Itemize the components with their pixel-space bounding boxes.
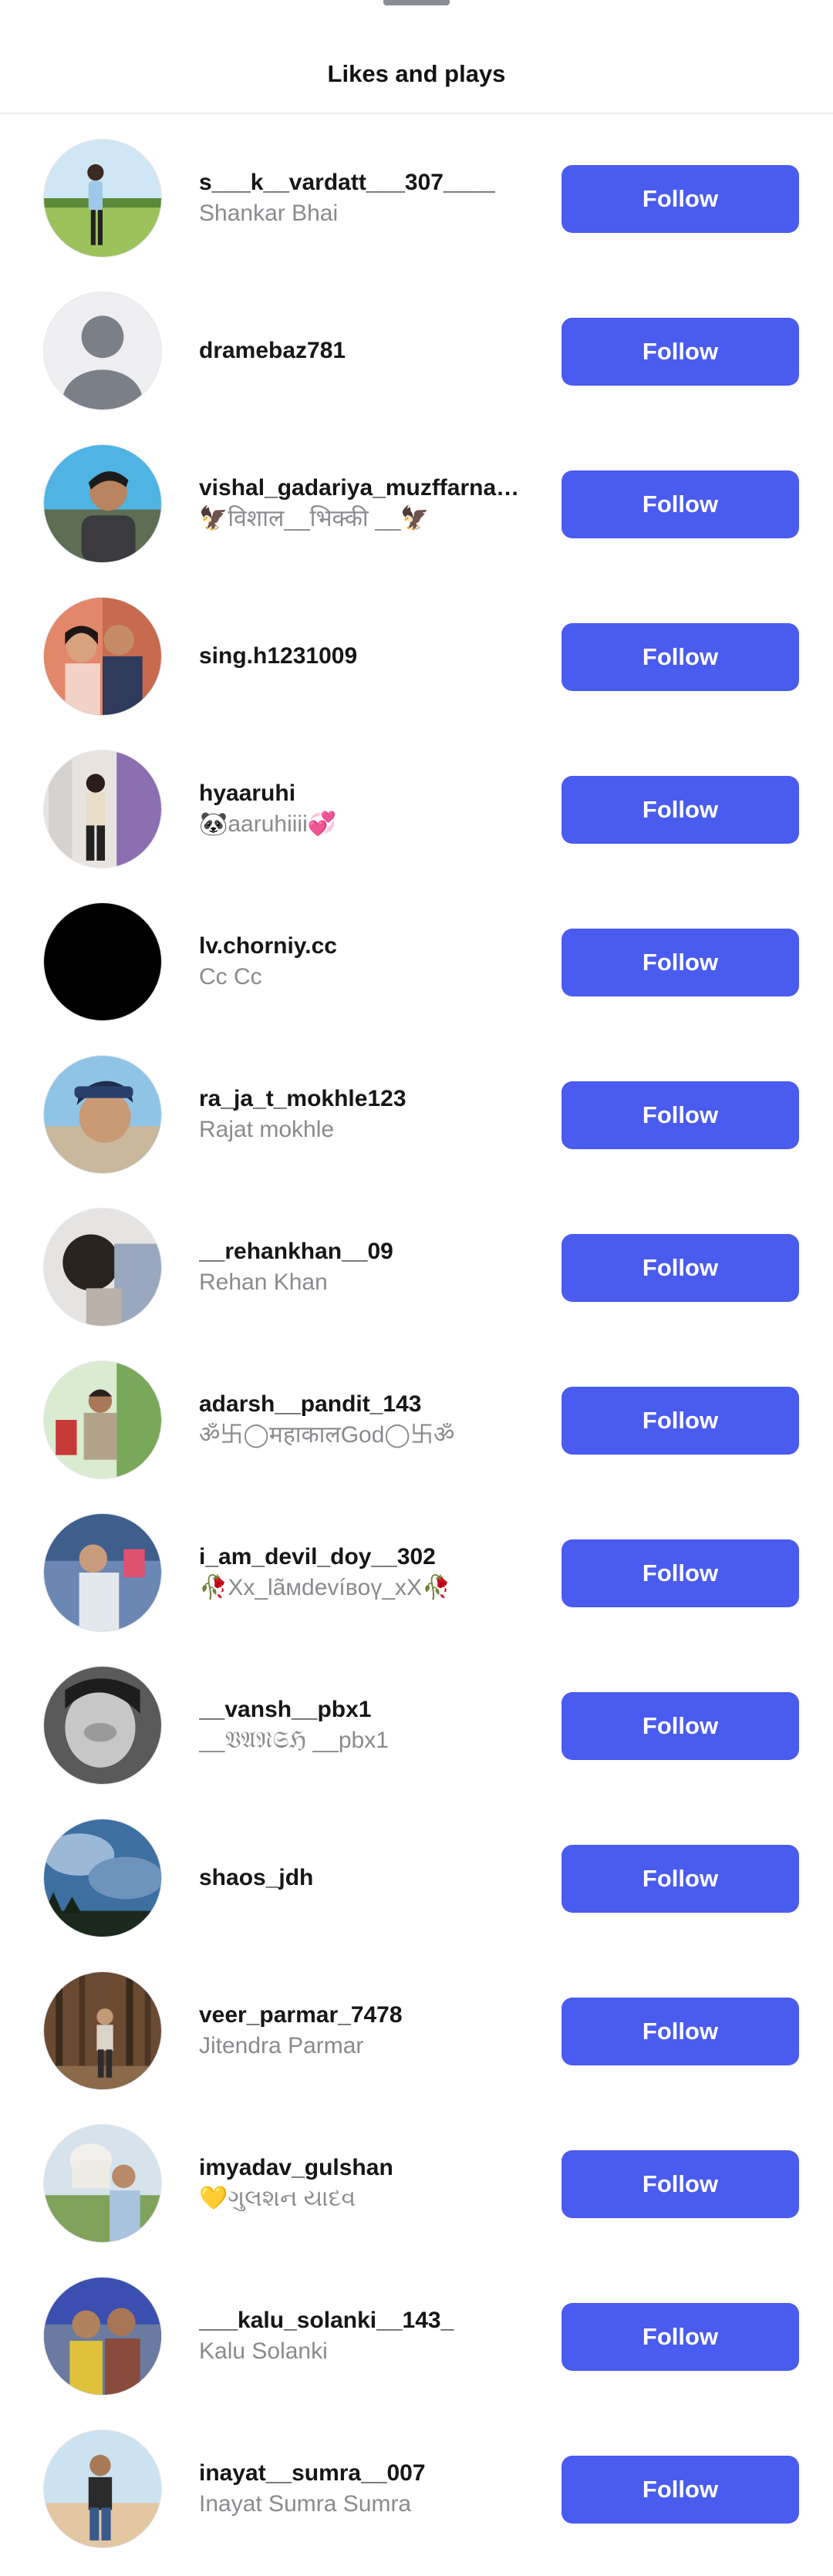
user-row[interactable]: dramebaz781 Follow (0, 275, 833, 427)
user-row[interactable]: veer_parmar_7478 Jitendra Parmar Follow (0, 1954, 833, 2107)
full-name: Rajat mokhle (199, 1117, 335, 1142)
follow-button[interactable]: Follow (562, 1387, 799, 1455)
user-row[interactable]: vishal_gadariya_muzffarnagar 🦅विशाल__भिक्… (0, 427, 833, 580)
follow-button[interactable]: Follow (562, 1998, 799, 2065)
avatar[interactable] (43, 1055, 162, 1174)
full-name: 🦅विशाल__भिक्की __🦅 (199, 506, 430, 531)
full-name: Rehan Khan (199, 1269, 328, 1295)
user-info[interactable]: __vansh__pbx1 __𝔙𝔄𝔑𝔖ℌ __pbx1 (199, 1649, 531, 1802)
username: __rehankhan__09 (199, 1239, 393, 1264)
user-row[interactable]: inayat__sumra__007 Inayat Sumra Sumra Foll… (0, 2412, 833, 2565)
follow-button[interactable]: Follow (562, 318, 799, 386)
full-name: Jitendra Parmar (199, 2033, 364, 2058)
user-info[interactable]: sing.h1231009 (199, 580, 531, 733)
default-person-icon[interactable] (43, 292, 162, 410)
likes-sheet: Likes and plays s___k__vardatt___307____… (0, 0, 833, 2576)
full-name: 🥀Xx_lãмdevíвoү_xX🥀 (199, 1575, 451, 1600)
username: ___kalu_solanki__143_ (199, 2308, 454, 2333)
follow-button[interactable]: Follow (562, 1234, 799, 1302)
follow-button[interactable]: Follow (562, 2456, 799, 2524)
avatar[interactable] (43, 750, 162, 868)
sheet-title: Likes and plays (327, 60, 506, 87)
avatar[interactable] (43, 1819, 162, 1937)
follow-button[interactable]: Follow (562, 623, 799, 691)
follow-button[interactable]: Follow (562, 929, 799, 996)
username: __vansh__pbx1 (199, 1697, 372, 1722)
username: sing.h1231009 (199, 643, 358, 669)
username: veer_parmar_7478 (199, 2002, 403, 2028)
user-row[interactable]: shaos_jdh Follow (0, 1802, 833, 1954)
user-info[interactable]: dramebaz781 (199, 275, 531, 427)
user-info[interactable]: i_am_devil_doy__302 🥀Xx_lãмdevíвoү_xX🥀 (199, 1496, 531, 1649)
user-row[interactable]: __rehankhan__09 Rehan Khan Follow (0, 1191, 833, 1344)
user-info[interactable]: vishal_gadariya_muzffarnagar 🦅विशाल__भिक्… (199, 427, 531, 580)
avatar[interactable] (43, 2124, 162, 2243)
user-row[interactable]: s___k__vardatt___307____ Shankar Bhai Foll… (0, 122, 833, 275)
follow-button[interactable]: Follow (562, 2150, 799, 2218)
username: shaos_jdh (199, 1865, 314, 1890)
sheet-header: Likes and plays (0, 0, 833, 114)
username: s___k__vardatt___307____ (199, 170, 495, 195)
username: dramebaz781 (199, 338, 346, 363)
username: ra_ja_t_mokhle123 (199, 1086, 406, 1111)
full-name: 🐼aaruhiiii💞 (199, 811, 337, 837)
username: vishal_gadariya_muzffarnagar (199, 475, 531, 501)
avatar[interactable] (43, 1971, 162, 2090)
avatar[interactable] (43, 444, 162, 563)
user-row[interactable]: i_am_devil_doy__302 🥀Xx_lãмdevíвoү_xX🥀 Fol… (0, 1496, 833, 1649)
avatar[interactable] (43, 1208, 162, 1327)
user-row[interactable]: adarsh__pandit_143 ॐ卐◯महाकालGod◯卐ॐ Follow (0, 1344, 833, 1496)
username: inayat__sumra__007 (199, 2460, 426, 2486)
avatar[interactable] (43, 2277, 162, 2396)
follow-button[interactable]: Follow (562, 776, 799, 844)
follow-button[interactable]: Follow (562, 2303, 799, 2371)
follow-button[interactable]: Follow (562, 165, 799, 233)
full-name: ॐ卐◯महाकालGod◯卐ॐ (199, 1422, 455, 1448)
full-name: __𝔙𝔄𝔑𝔖ℌ __pbx1 (199, 1728, 389, 1753)
avatar[interactable] (43, 1513, 162, 1632)
user-row[interactable]: ___kalu_solanki__143_ Kalu Solanki Follow (0, 2260, 833, 2412)
user-info[interactable]: __rehankhan__09 Rehan Khan (199, 1191, 531, 1344)
user-row[interactable]: imyadav_gulshan 💛ગુલશન યાદવ Follow (0, 2107, 833, 2260)
username: i_am_devil_doy__302 (199, 1544, 436, 1570)
avatar[interactable] (43, 1666, 162, 1785)
user-info[interactable]: ___kalu_solanki__143_ Kalu Solanki (199, 2260, 531, 2412)
user-info[interactable]: s___k__vardatt___307____ Shankar Bhai (199, 122, 531, 275)
user-info[interactable]: lv.chorniy.cc Cc Cc (199, 885, 531, 1038)
user-info[interactable]: shaos_jdh (199, 1802, 531, 1954)
user-row[interactable]: __vansh__pbx1 __𝔙𝔄𝔑𝔖ℌ __pbx1 Follow (0, 1649, 833, 1802)
full-name: Inayat Sumra Sumra (199, 2491, 412, 2517)
user-info[interactable]: ra_ja_t_mokhle123 Rajat mokhle (199, 1038, 531, 1191)
user-row[interactable]: lv.chorniy.cc Cc Cc Follow (0, 885, 833, 1038)
follow-button[interactable]: Follow (562, 1081, 799, 1149)
full-name: Shankar Bhai (199, 201, 339, 226)
user-list: s___k__vardatt___307____ Shankar Bhai Foll… (0, 122, 833, 2565)
username: adarsh__pandit_143 (199, 1391, 422, 1417)
full-name: Kalu Solanki (199, 2338, 328, 2364)
user-info[interactable]: imyadav_gulshan 💛ગુલશન યાદવ (199, 2107, 531, 2260)
follow-button[interactable]: Follow (562, 470, 799, 538)
user-info[interactable]: inayat__sumra__007 Inayat Sumra Sumra (199, 2412, 531, 2565)
user-row[interactable]: sing.h1231009 Follow (0, 580, 833, 733)
full-name: 💛ગુલશન યાદવ (199, 2186, 356, 2211)
username: lv.chorniy.cc (199, 933, 337, 959)
user-info[interactable]: veer_parmar_7478 Jitendra Parmar (199, 1954, 531, 2107)
username: hyaaruhi (199, 781, 296, 806)
full-name: Cc Cc (199, 964, 262, 990)
avatar[interactable] (43, 902, 162, 1021)
avatar[interactable] (43, 1360, 162, 1479)
user-row[interactable]: ra_ja_t_mokhle123 Rajat mokhle Follow (0, 1038, 833, 1191)
username: imyadav_gulshan (199, 2155, 393, 2180)
user-info[interactable]: adarsh__pandit_143 ॐ卐◯महाकालGod◯卐ॐ (199, 1344, 531, 1496)
avatar[interactable] (43, 2429, 162, 2548)
user-info[interactable]: hyaaruhi 🐼aaruhiiii💞 (199, 733, 531, 885)
follow-button[interactable]: Follow (562, 1692, 799, 1760)
avatar[interactable] (43, 597, 162, 716)
follow-button[interactable]: Follow (562, 1539, 799, 1607)
avatar[interactable] (43, 139, 162, 258)
follow-button[interactable]: Follow (562, 1845, 799, 1913)
user-row[interactable]: hyaaruhi 🐼aaruhiiii💞 Follow (0, 733, 833, 885)
